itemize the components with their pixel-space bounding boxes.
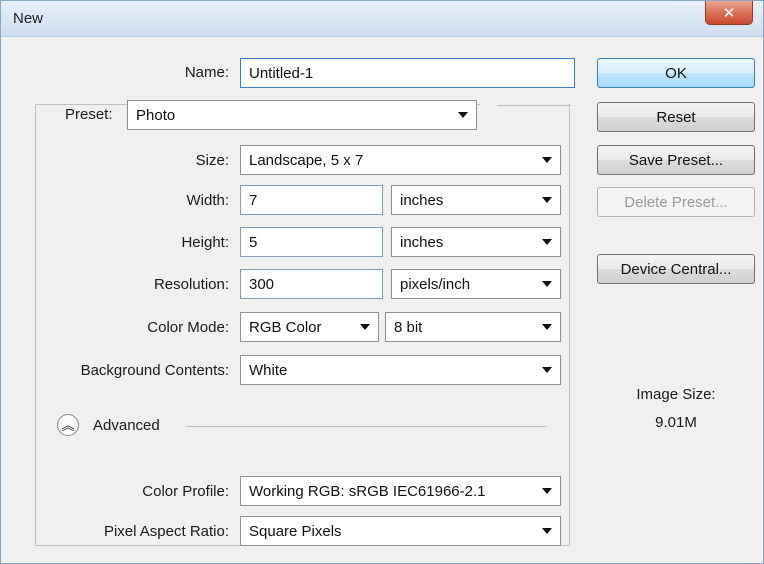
size-dropdown[interactable]: Landscape, 5 x 7	[240, 145, 561, 175]
bit-depth-value: 8 bit	[394, 318, 423, 336]
save-preset-button[interactable]: Save Preset...	[597, 145, 755, 175]
resolution-unit-dropdown[interactable]: pixels/inch	[391, 269, 561, 299]
size-label: Size:	[195, 152, 229, 169]
chevron-down-icon	[542, 239, 552, 245]
advanced-label[interactable]: Advanced	[93, 417, 160, 434]
chevron-down-icon	[542, 197, 552, 203]
chevron-down-icon	[360, 324, 370, 330]
size-value: Landscape, 5 x 7	[249, 151, 364, 169]
width-input[interactable]	[240, 185, 383, 215]
close-button[interactable]: ✕	[705, 1, 753, 25]
background-dropdown[interactable]: White	[240, 355, 561, 385]
pixel-aspect-label: Pixel Aspect Ratio:	[103, 523, 229, 540]
background-value: White	[249, 361, 288, 379]
device-central-button[interactable]: Device Central...	[597, 254, 755, 284]
color-mode-dropdown[interactable]: RGB Color	[240, 312, 379, 342]
collapse-chevrons-icon[interactable]: ︽	[57, 414, 79, 436]
width-unit-dropdown[interactable]: inches	[391, 185, 561, 215]
height-input[interactable]	[240, 227, 383, 257]
chevron-down-icon	[542, 157, 552, 163]
preset-dropdown[interactable]: Photo	[127, 100, 477, 130]
resolution-input[interactable]	[240, 269, 383, 299]
image-size-value: 9.01M	[655, 414, 697, 431]
delete-preset-button: Delete Preset...	[597, 187, 755, 217]
close-icon: ✕	[722, 4, 736, 22]
pixel-aspect-value: Square Pixels	[249, 522, 342, 540]
resolution-label: Resolution:	[153, 276, 229, 293]
chevron-down-icon	[458, 112, 468, 118]
color-profile-value: Working RGB: sRGB IEC61966-2.1	[249, 482, 486, 500]
height-unit-dropdown[interactable]: inches	[391, 227, 561, 257]
pixel-aspect-dropdown[interactable]: Square Pixels	[240, 516, 561, 546]
bit-depth-dropdown[interactable]: 8 bit	[385, 312, 561, 342]
width-label: Width:	[186, 192, 229, 209]
chevron-down-icon	[542, 324, 552, 330]
chevron-down-icon	[542, 488, 552, 494]
name-label: Name:	[184, 64, 229, 81]
chevron-down-icon	[542, 528, 552, 534]
name-input[interactable]	[240, 58, 575, 88]
preset-value: Photo	[136, 106, 176, 124]
reset-button[interactable]: Reset	[597, 102, 755, 132]
advanced-divider	[187, 426, 547, 427]
height-label: Height:	[181, 234, 229, 251]
chevron-down-icon	[542, 281, 552, 287]
preset-label: Preset:	[63, 106, 117, 123]
ok-button[interactable]: OK	[597, 58, 755, 88]
color-mode-value: RGB Color	[249, 318, 322, 336]
preset-group-line	[497, 105, 571, 106]
color-mode-label: Color Mode:	[147, 319, 229, 336]
color-profile-label: Color Profile:	[142, 483, 229, 500]
new-document-dialog: New ✕ Name: Preset: Photo Size: Landscap…	[0, 0, 764, 564]
title-bar[interactable]: New ✕	[1, 1, 763, 37]
resolution-unit-value: pixels/inch	[400, 275, 471, 293]
chevron-down-icon	[542, 367, 552, 373]
color-profile-dropdown[interactable]: Working RGB: sRGB IEC61966-2.1	[240, 476, 561, 506]
image-size-label: Image Size:	[636, 386, 716, 403]
window-title: New	[13, 10, 44, 27]
background-label: Background Contents:	[80, 362, 229, 379]
height-unit-value: inches	[400, 233, 444, 251]
width-unit-value: inches	[400, 191, 444, 209]
